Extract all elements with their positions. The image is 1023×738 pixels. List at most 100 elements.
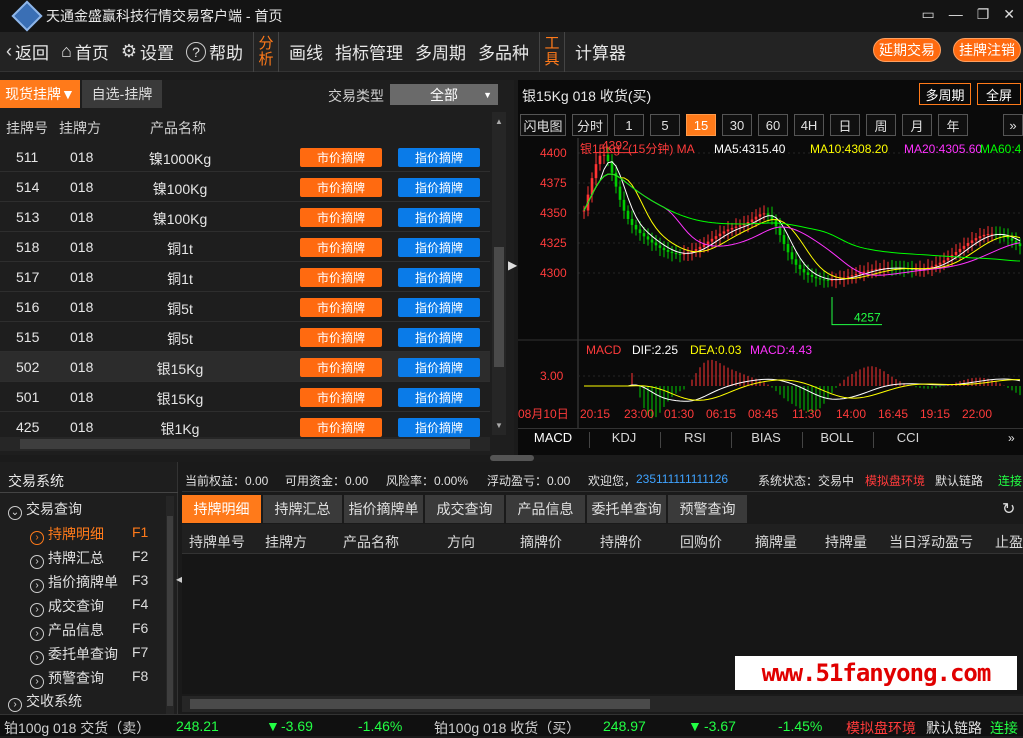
indicator-manage-button[interactable]: 指标管理 — [329, 32, 409, 72]
query-tab[interactable]: 产品信息 — [506, 495, 586, 523]
query-tab[interactable]: 持牌明细 — [182, 495, 262, 523]
tree-item[interactable]: › 持牌明细 F1 — [30, 524, 148, 545]
indicator-more-icon[interactable]: » — [1008, 431, 1015, 445]
listing-row[interactable]: 513 018 镍100Kg 市价摘牌 指价摘牌 — [0, 202, 490, 232]
listing-cancel-button[interactable]: 挂牌注销 — [953, 38, 1021, 62]
query-tab[interactable]: 指价摘牌单 — [344, 495, 424, 523]
indicator-tab[interactable]: BOLL — [802, 430, 872, 445]
tree-trade-query[interactable]: ⌄ 交易查询 — [8, 499, 82, 520]
market-delist-button[interactable]: 市价摘牌 — [300, 328, 382, 347]
listing-vscroll[interactable]: ▲ ▼ — [492, 112, 506, 435]
timeframe-button[interactable]: 30 — [722, 114, 752, 136]
limit-delist-button[interactable]: 指价摘牌 — [398, 238, 480, 257]
limit-delist-button[interactable]: 指价摘牌 — [398, 358, 480, 377]
listing-row[interactable]: 518 018 铜1t 市价摘牌 指价摘牌 — [0, 232, 490, 262]
calculator-button[interactable]: 计算器 — [569, 32, 632, 72]
restore-mini-icon[interactable]: ▭ — [921, 6, 934, 23]
minimize-icon[interactable]: — — [949, 6, 963, 23]
holding-hscroll[interactable] — [182, 696, 1023, 712]
market-delist-button[interactable]: 市价摘牌 — [300, 208, 382, 227]
timeframe-button[interactable]: 60 — [758, 114, 788, 136]
market-delist-button[interactable]: 市价摘牌 — [300, 388, 382, 407]
maximize-icon[interactable]: ❐ — [977, 6, 990, 23]
listing-row[interactable]: 511 018 镍1000Kg 市价摘牌 指价摘牌 — [0, 142, 490, 172]
market-delist-button[interactable]: 市价摘牌 — [300, 298, 382, 317]
collapse-arrow-icon[interactable]: ▶ — [508, 258, 517, 274]
limit-delist-button[interactable]: 指价摘牌 — [398, 328, 480, 347]
multi-period-chart-button[interactable]: 多周期 — [919, 83, 971, 105]
tab-spot-listing[interactable]: 现货挂牌▼ — [0, 80, 80, 108]
timeframe-button[interactable]: 闪电图 — [520, 114, 566, 136]
market-delist-button[interactable]: 市价摘牌 — [300, 268, 382, 287]
listing-row[interactable]: 514 018 镍100Kg 市价摘牌 指价摘牌 — [0, 172, 490, 202]
tools-button[interactable]: 工具 — [539, 31, 566, 72]
help-button[interactable]: ? 帮助 — [180, 32, 249, 72]
timeframe-button[interactable]: 1 — [614, 114, 644, 136]
analysis-button[interactable]: 分析 — [253, 31, 280, 72]
market-delist-button[interactable]: 市价摘牌 — [300, 418, 382, 437]
listing-row[interactable]: 502 018 银15Kg 市价摘牌 指价摘牌 — [0, 352, 490, 382]
limit-delist-button[interactable]: 指价摘牌 — [398, 298, 480, 317]
timeframe-button[interactable]: 年 — [938, 114, 968, 136]
close-icon[interactable]: ✕ — [1003, 6, 1015, 23]
back-label: 返回 — [15, 44, 49, 63]
tree-item[interactable]: › 成交查询 F4 — [30, 596, 148, 617]
query-tab[interactable]: 预警查询 — [668, 495, 748, 523]
tree-item[interactable]: › 产品信息 F6 — [30, 620, 148, 641]
tree-item[interactable]: › 指价摘牌单 F3 — [30, 572, 148, 593]
listing-row[interactable]: 516 018 铜5t 市价摘牌 指价摘牌 — [0, 292, 490, 322]
column-header: 持牌价 — [600, 534, 642, 550]
indicator-tab[interactable]: CCI — [873, 430, 943, 445]
listing-row[interactable]: 517 018 铜1t 市价摘牌 指价摘牌 — [0, 262, 490, 292]
listing-row[interactable]: 515 018 铜5t 市价摘牌 指价摘牌 — [0, 322, 490, 352]
listing-row[interactable]: 501 018 银15Kg 市价摘牌 指价摘牌 — [0, 382, 490, 412]
draw-line-button[interactable]: 画线 — [283, 32, 329, 72]
indicator-tab[interactable]: MACD — [518, 430, 588, 445]
indicator-tab[interactable]: BIAS — [731, 430, 801, 445]
fullscreen-button[interactable]: 全屏 — [977, 83, 1021, 105]
timeframe-button[interactable]: 15 — [686, 114, 716, 136]
indicator-tab[interactable]: KDJ — [589, 430, 659, 445]
refresh-icon[interactable]: ↻ — [1002, 499, 1015, 519]
limit-delist-button[interactable]: 指价摘牌 — [398, 268, 480, 287]
timeframe-button[interactable]: 月 — [902, 114, 932, 136]
timeframe-button[interactable]: 5 — [650, 114, 680, 136]
back-button[interactable]: ‹ 返回 — [0, 32, 55, 72]
tab-favorite-listing[interactable]: 自选-挂牌 — [82, 80, 162, 108]
query-tab[interactable]: 委托单查询 — [587, 495, 667, 523]
query-tab[interactable]: 成交查询 — [425, 495, 505, 523]
limit-delist-button[interactable]: 指价摘牌 — [398, 178, 480, 197]
settings-button[interactable]: ⚙ 设置 — [115, 32, 180, 72]
market-delist-button[interactable]: 市价摘牌 — [300, 358, 382, 377]
multi-product-button[interactable]: 多品种 — [472, 32, 535, 72]
splitter-handle[interactable] — [490, 455, 534, 461]
listing-hscroll[interactable] — [0, 437, 490, 451]
indicator-tab[interactable]: RSI — [660, 430, 730, 445]
candle-body — [754, 216, 758, 220]
tree-exchange-system[interactable]: › 交收系统 — [8, 691, 82, 712]
multi-period-button[interactable]: 多周期 — [409, 32, 472, 72]
tree-vscroll[interactable] — [166, 496, 174, 716]
status-sim-env: 模拟盘环境 — [846, 720, 916, 736]
candlestick-chart[interactable]: 44004375435043254300银15Kg (15分钟) MA MA5:43… — [518, 138, 1023, 428]
tree-item[interactable]: › 预警查询 F8 — [30, 668, 148, 689]
market-delist-button[interactable]: 市价摘牌 — [300, 238, 382, 257]
trade-type-select[interactable]: 全部 ▼ — [390, 84, 498, 105]
limit-delist-button[interactable]: 指价摘牌 — [398, 388, 480, 407]
tree-item[interactable]: › 委托单查询 F7 — [30, 644, 148, 665]
home-button[interactable]: ⌂ 首页 — [55, 32, 115, 72]
market-delist-button[interactable]: 市价摘牌 — [300, 148, 382, 167]
market-delist-button[interactable]: 市价摘牌 — [300, 178, 382, 197]
timeframe-button[interactable]: 4H — [794, 114, 824, 136]
limit-delist-button[interactable]: 指价摘牌 — [398, 418, 480, 437]
limit-delist-button[interactable]: 指价摘牌 — [398, 148, 480, 167]
tree-item[interactable]: › 持牌汇总 F2 — [30, 548, 148, 569]
extend-trade-button[interactable]: 延期交易 — [873, 38, 941, 62]
timeframe-button[interactable]: 分时 — [572, 114, 608, 136]
column-header: 持牌量 — [825, 534, 867, 550]
timeframe-button[interactable]: 周 — [866, 114, 896, 136]
query-tab[interactable]: 持牌汇总 — [263, 495, 343, 523]
limit-delist-button[interactable]: 指价摘牌 — [398, 208, 480, 227]
timeframe-button[interactable]: 日 — [830, 114, 860, 136]
more-timeframes-button[interactable]: » — [1003, 114, 1023, 136]
